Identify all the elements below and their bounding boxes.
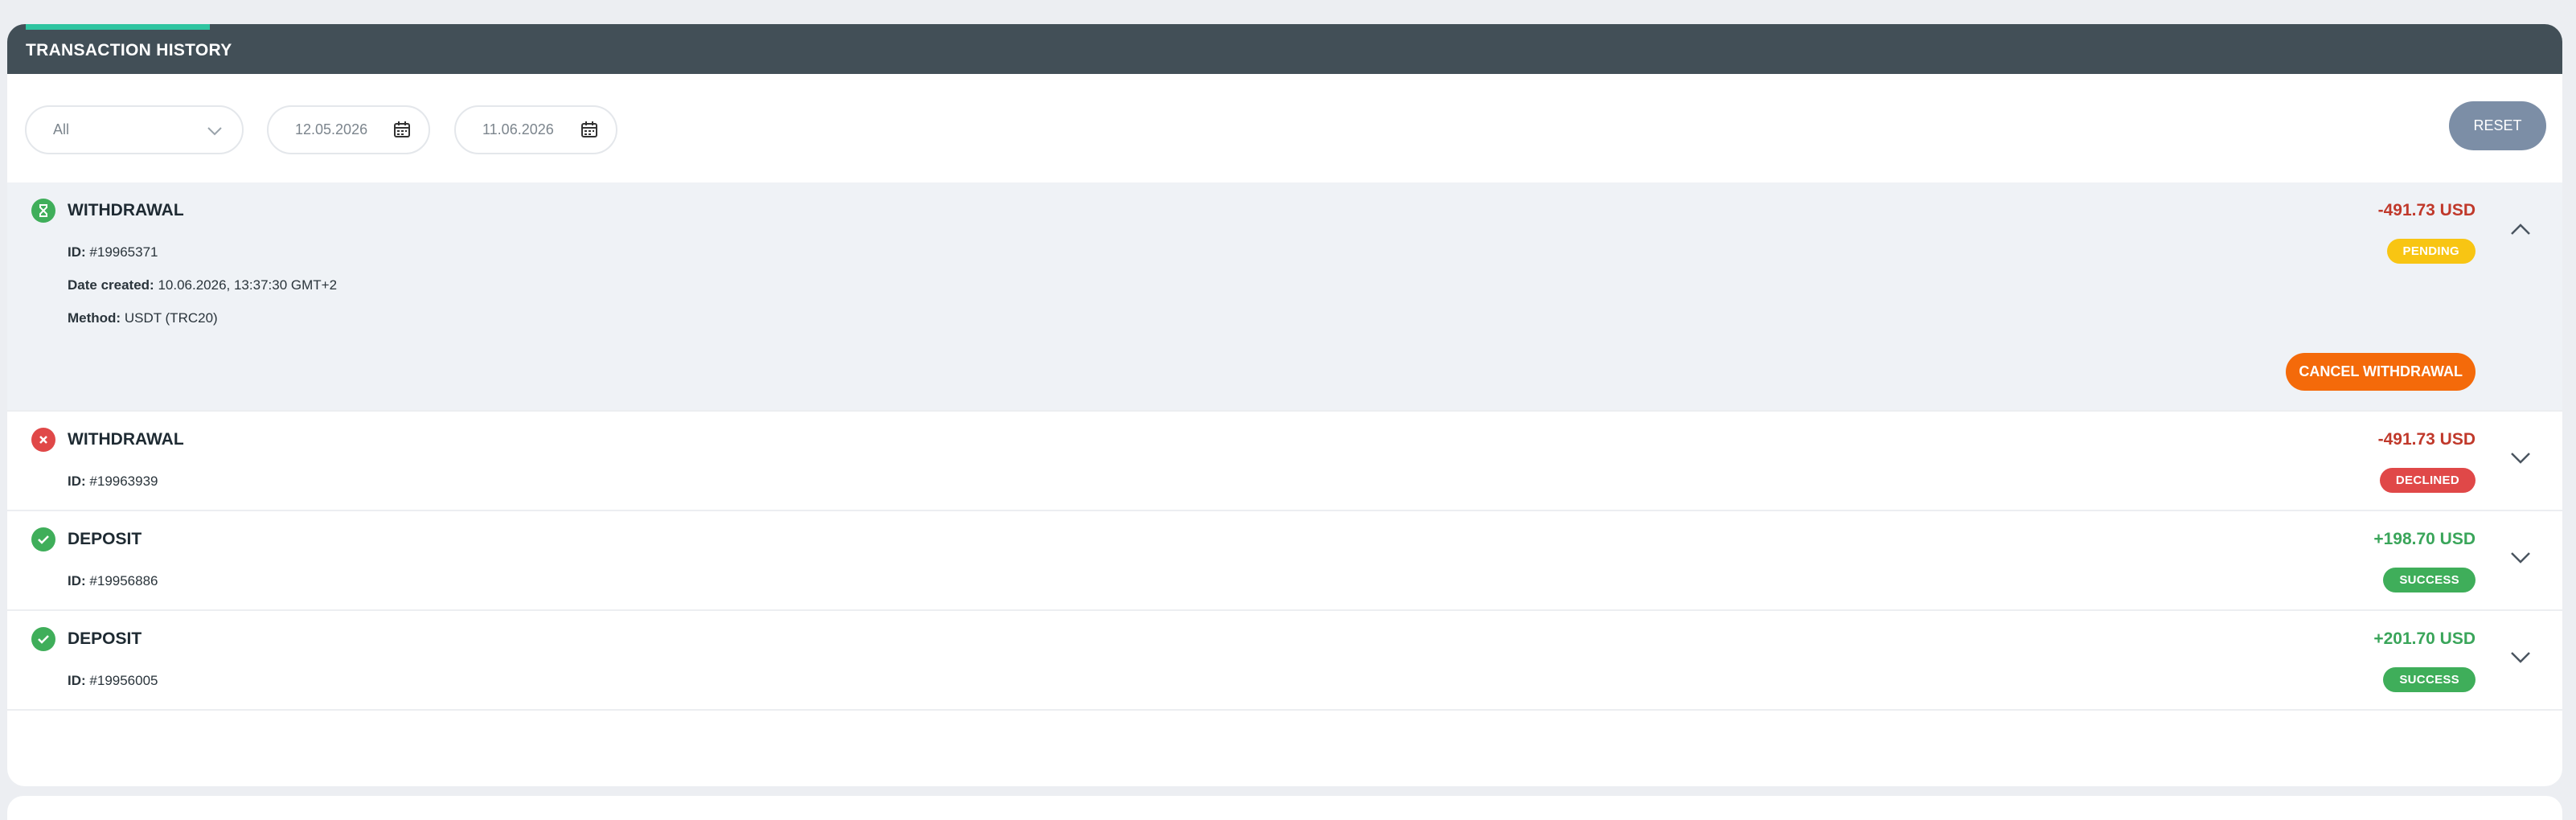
- transaction-amount: +201.70 USD: [2373, 629, 2476, 648]
- transaction-history-panel: TRANSACTION HISTORY All 12.05.2026 11.06…: [7, 24, 2562, 786]
- status-badge: SUCCESS: [2383, 568, 2476, 592]
- transaction-row[interactable]: WITHDRAWAL ID: #19965371 Date created: 1…: [7, 182, 2562, 412]
- method-label: Method:: [68, 310, 121, 326]
- calendar-icon[interactable]: [393, 121, 411, 142]
- type-filter-value: All: [53, 121, 70, 137]
- next-panel-edge: [7, 796, 2562, 820]
- transaction-id-line: ID: #19963939: [68, 474, 158, 490]
- transaction-id-line: ID: #19956005: [68, 673, 158, 689]
- reset-button[interactable]: RESET: [2449, 101, 2546, 150]
- status-badge: SUCCESS: [2383, 667, 2476, 692]
- transaction-row[interactable]: WITHDRAWAL ID: #19963939 -491.73 USD DEC…: [7, 412, 2562, 511]
- transaction-method: USDT (TRC20): [124, 310, 218, 326]
- transaction-list: WITHDRAWAL ID: #19965371 Date created: 1…: [7, 182, 2562, 711]
- x-circle-icon: [31, 428, 55, 452]
- date-created-label: Date created:: [68, 277, 154, 293]
- chevron-down-icon: [207, 123, 223, 140]
- transaction-id: #19956005: [89, 673, 158, 688]
- type-filter-select[interactable]: All: [25, 105, 244, 154]
- chevron-down-icon[interactable]: [2504, 542, 2537, 574]
- transaction-date: 10.06.2026, 13:37:30 GMT+2: [158, 277, 338, 293]
- transaction-amount: +198.70 USD: [2373, 530, 2476, 548]
- transaction-amount: -491.73 USD: [2377, 201, 2476, 219]
- transaction-row[interactable]: DEPOSIT ID: #19956005 +201.70 USD SUCCES…: [7, 611, 2562, 711]
- transaction-id: #19956886: [89, 573, 158, 588]
- transaction-row[interactable]: DEPOSIT ID: #19956886 +198.70 USD SUCCES…: [7, 511, 2562, 611]
- calendar-icon[interactable]: [580, 121, 598, 142]
- transaction-id-line: ID: #19965371: [68, 244, 158, 260]
- chevron-down-icon[interactable]: [2504, 442, 2537, 474]
- id-label: ID:: [68, 244, 86, 260]
- date-from-value: 12.05.2026: [295, 121, 368, 137]
- chevron-up-icon[interactable]: [2504, 213, 2537, 245]
- transaction-id-line: ID: #19956886: [68, 573, 158, 589]
- status-badge: DECLINED: [2379, 468, 2476, 493]
- panel-title: TRANSACTION HISTORY: [26, 40, 232, 59]
- transaction-method-line: Method: USDT (TRC20): [68, 310, 218, 326]
- transaction-date-line: Date created: 10.06.2026, 13:37:30 GMT+2: [68, 277, 337, 293]
- cancel-withdrawal-button[interactable]: CANCEL WITHDRAWAL: [2286, 353, 2476, 391]
- date-from-input[interactable]: 12.05.2026: [267, 105, 430, 154]
- panel-header: TRANSACTION HISTORY: [7, 24, 2562, 74]
- filters-bar: All 12.05.2026 11.06.2026 RESET: [7, 74, 2562, 182]
- id-label: ID:: [68, 673, 86, 688]
- header-accent-bar: [26, 24, 210, 30]
- transaction-id: #19963939: [89, 474, 158, 489]
- check-circle-icon: [31, 527, 55, 551]
- chevron-down-icon[interactable]: [2504, 642, 2537, 674]
- transaction-type: DEPOSIT: [68, 629, 142, 648]
- transaction-amount: -491.73 USD: [2377, 430, 2476, 449]
- transaction-type: DEPOSIT: [68, 530, 142, 548]
- transaction-type: WITHDRAWAL: [68, 430, 184, 449]
- transaction-type: WITHDRAWAL: [68, 201, 184, 219]
- date-to-input[interactable]: 11.06.2026: [454, 105, 617, 154]
- hourglass-icon: [31, 199, 55, 223]
- check-circle-icon: [31, 627, 55, 651]
- date-to-value: 11.06.2026: [482, 121, 554, 137]
- id-label: ID:: [68, 474, 86, 489]
- id-label: ID:: [68, 573, 86, 588]
- transaction-id: #19965371: [89, 244, 158, 260]
- status-badge: PENDING: [2386, 239, 2476, 264]
